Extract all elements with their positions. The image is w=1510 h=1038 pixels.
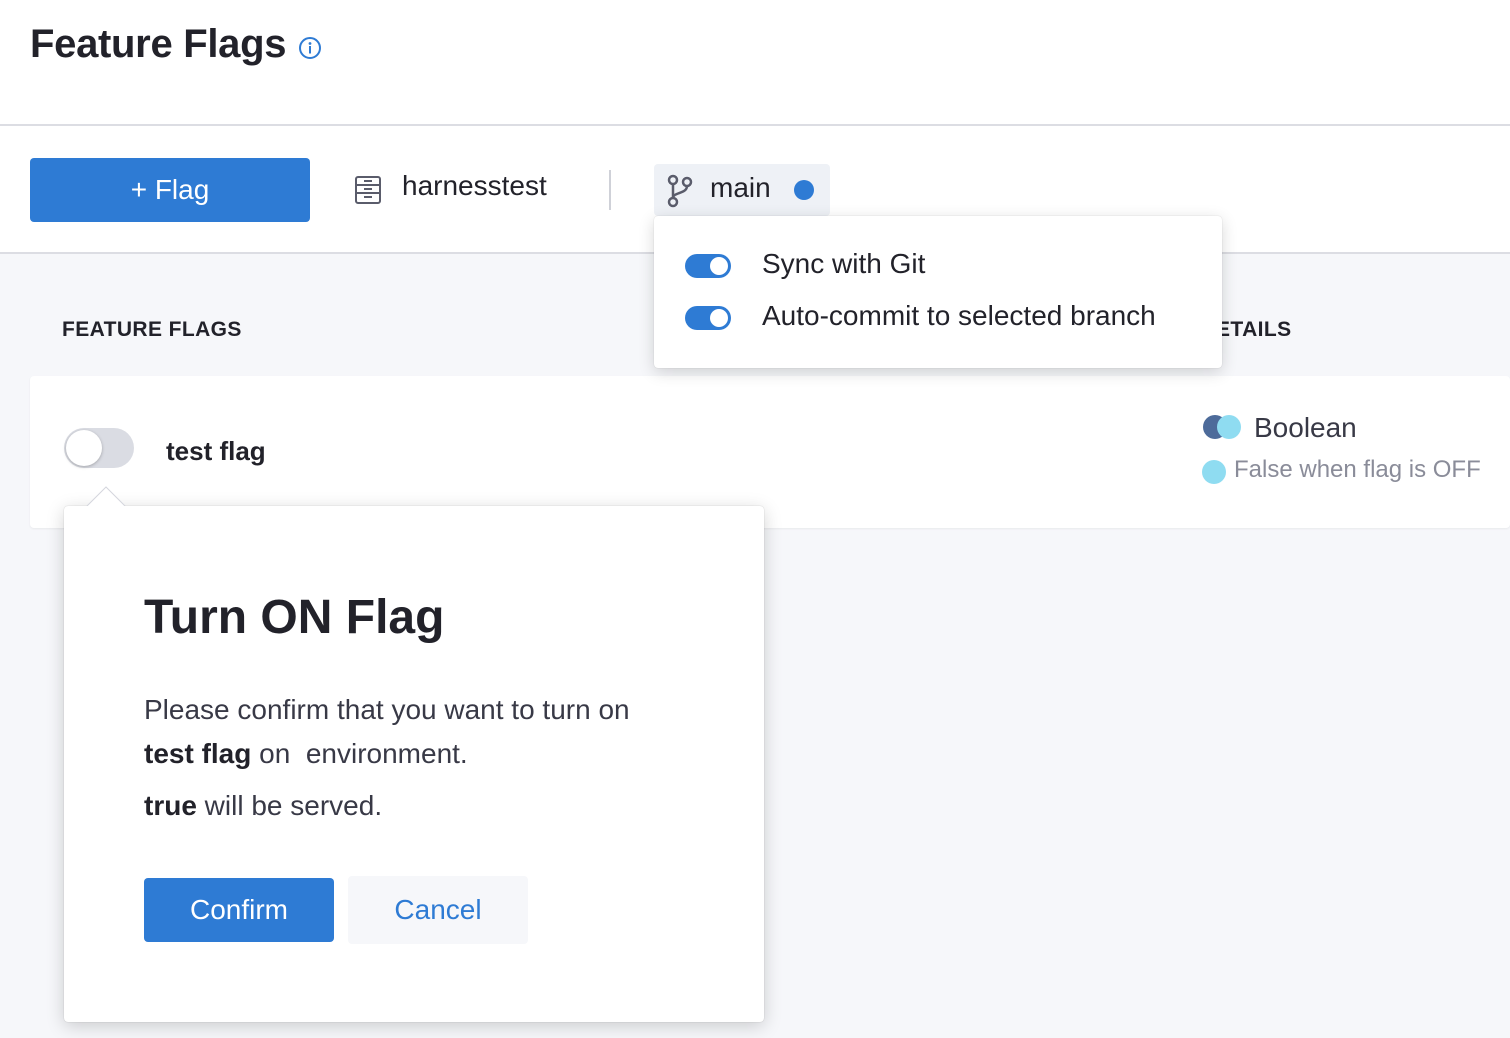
popover-message: Please confirm that you want to turn on … <box>144 688 704 776</box>
serve-suffix: will be served. <box>196 790 383 821</box>
cancel-button[interactable]: Cancel <box>348 876 528 944</box>
git-sync-dropdown: Sync with Git Auto-commit to selected br… <box>654 216 1222 368</box>
repository-name[interactable]: harnesstest <box>402 170 547 202</box>
branch-name: main <box>710 172 771 203</box>
flag-type: Boolean <box>1254 412 1357 443</box>
serve-message: true will be served. <box>144 790 382 822</box>
auto-commit-switch[interactable] <box>685 306 731 330</box>
info-icon[interactable] <box>298 36 322 60</box>
sync-with-git-switch[interactable] <box>685 254 731 278</box>
message-flag-name: test flag <box>144 738 252 769</box>
popover-title: Turn ON Flag <box>144 591 445 644</box>
message-environment: on environment. <box>251 738 468 769</box>
turn-on-flag-popover: Turn ON Flag Please confirm that you wan… <box>64 486 764 1022</box>
toggle-knob <box>66 430 102 466</box>
column-header-feature-flags: FEATURE FLAGS <box>62 318 242 341</box>
toolbar-divider <box>609 170 611 210</box>
serve-value: true <box>144 790 197 821</box>
flag-toggle[interactable] <box>64 428 134 468</box>
switch-knob <box>710 309 728 327</box>
feature-flags-page: Feature Flags + Flag harnesstest main FE… <box>0 0 1510 1038</box>
branch-selector[interactable]: main <box>654 164 830 216</box>
repository-icon <box>355 176 381 204</box>
default-value-dot <box>1202 460 1226 484</box>
sync-with-git-label: Sync with Git <box>762 248 926 279</box>
flag-name[interactable]: test flag <box>166 436 266 467</box>
boolean-type-icon <box>1203 415 1241 439</box>
switch-knob <box>710 257 728 275</box>
auto-commit-label: Auto-commit to selected branch <box>762 300 1156 331</box>
add-flag-button[interactable]: + Flag <box>30 158 310 222</box>
confirm-button[interactable]: Confirm <box>144 878 334 942</box>
git-branch-icon <box>667 174 693 208</box>
page-title: Feature Flags <box>30 22 287 66</box>
default-off-value: False when flag is OFF <box>1234 456 1481 483</box>
popover-arrow <box>86 486 126 508</box>
page-header: Feature Flags <box>0 0 1510 126</box>
column-header-details: ETAILS <box>1216 318 1292 341</box>
message-text: Please confirm that you want to turn on <box>144 694 630 725</box>
branch-status-dot <box>794 180 814 200</box>
